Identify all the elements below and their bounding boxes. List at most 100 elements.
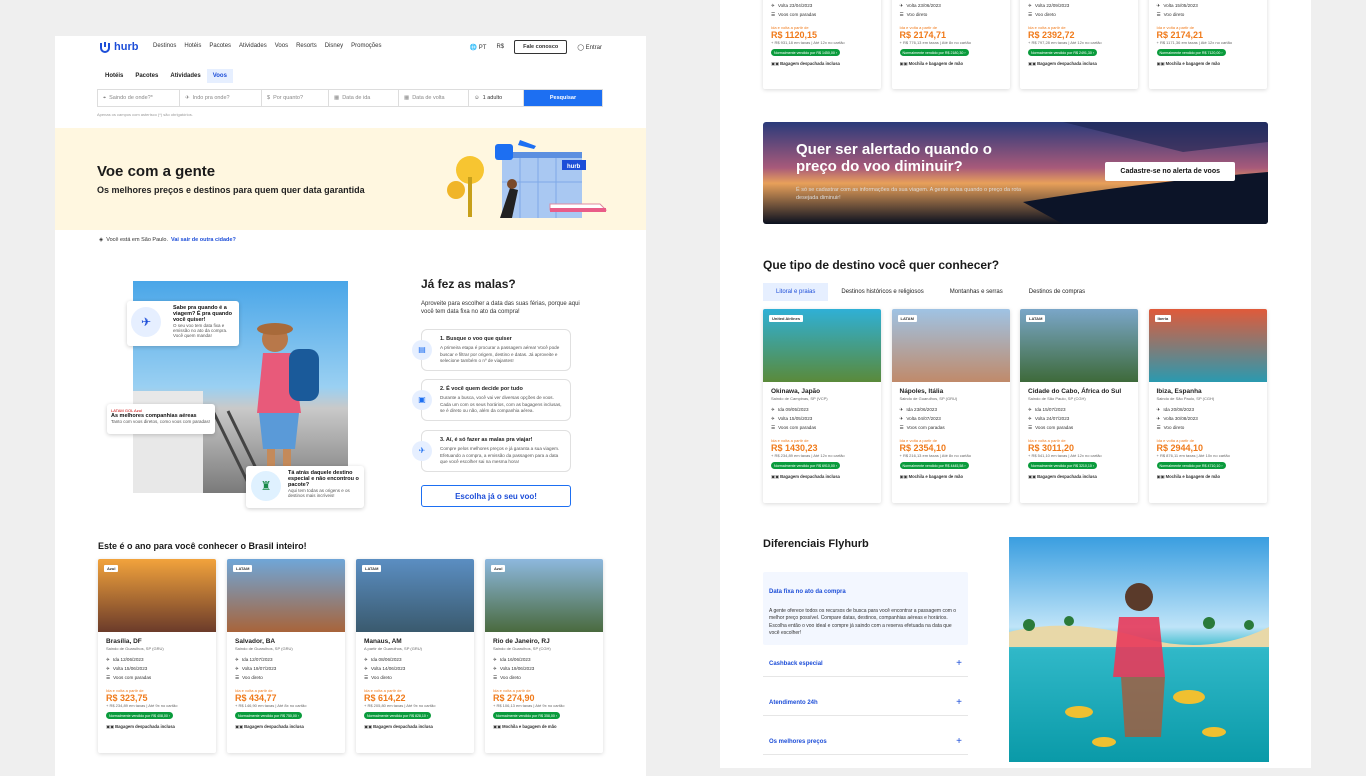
accordion-item-cashback[interactable]: Cashback especial + bbox=[763, 651, 968, 677]
baggage-info: ▣▣ Mochila e bagagem de mão bbox=[1157, 474, 1259, 479]
depart-date-field[interactable]: ▦ Data de ida bbox=[329, 90, 399, 106]
discount-badge[interactable]: Normalmente vendido por R$ 1450,00 › bbox=[771, 49, 841, 56]
stops-text: Voos com paradas bbox=[113, 675, 152, 680]
tab-compras[interactable]: Destinos de compras bbox=[1016, 283, 1098, 301]
tab-historicos[interactable]: Destinos históricos e religiosos bbox=[828, 283, 936, 301]
card-city: Okinawa, Japão bbox=[771, 388, 821, 395]
stops-icon: ☰ bbox=[899, 12, 904, 17]
discount-badge[interactable]: Normalmente vendido por R$ 358,00 › bbox=[493, 712, 561, 719]
baggage-info: ▣▣ Bagagem despachada inclusa bbox=[1028, 474, 1130, 479]
depart-placeholder: Data de ida bbox=[342, 95, 371, 101]
destination-field[interactable]: ✈ Indo pra onde? bbox=[180, 90, 262, 106]
tab-hoteis[interactable]: Hotéis bbox=[99, 69, 129, 83]
accordion-item-precos[interactable]: Os melhores preços + bbox=[763, 729, 968, 755]
flight-deal-card[interactable]: ✈ Volta 23/06/2023 ☰ Voo direto Ida e volt… bbox=[891, 0, 1010, 89]
discount-badge[interactable]: Normalmente vendido por R$ 3210,10 › bbox=[1028, 462, 1098, 469]
stops-text: Voos com paradas bbox=[1035, 425, 1074, 430]
nav-link[interactable]: Voos bbox=[275, 43, 288, 49]
discount-badge[interactable]: Normalmente vendido por R$ 828,10 › bbox=[364, 712, 432, 719]
language-selector[interactable]: 🌐 PT bbox=[470, 44, 487, 51]
baggage-info: ▣▣ Mochila e bagagem de mão bbox=[900, 61, 1002, 66]
plane-return-icon: ✈ bbox=[771, 416, 775, 421]
card-ida: ✈ Ida 23/06/2023 bbox=[900, 407, 1002, 413]
nav-link[interactable]: Pacotes bbox=[209, 43, 231, 49]
nav-link[interactable]: Disney bbox=[325, 43, 343, 49]
passengers-field[interactable]: ☺ 1 adulto bbox=[469, 90, 524, 106]
discount-badge[interactable]: Normalmente vendido por R$ 408,00 › bbox=[106, 712, 174, 719]
hero-banner: Voe com a gente Os melhores preços e des… bbox=[55, 128, 646, 230]
flight-deal-card[interactable]: LATAM Nápoles, Itália Saindo de Guarulho… bbox=[891, 309, 1010, 503]
card-price: R$ 434,77 bbox=[235, 693, 277, 703]
discount-badge[interactable]: Normalmente vendido por R$ 2180,30 › bbox=[899, 49, 969, 56]
tab-pacotes[interactable]: Pacotes bbox=[129, 69, 164, 83]
contact-button[interactable]: Fale conosco bbox=[514, 40, 568, 54]
return-placeholder: Data de volta bbox=[412, 95, 445, 101]
nav-link[interactable]: Destinos bbox=[153, 43, 176, 49]
card-taxes: + R$ 776,13 em taxas | Até 8x no cartão bbox=[899, 40, 971, 45]
discount-badge[interactable]: Normalmente vendido por R$ 6910,00 › bbox=[771, 462, 841, 469]
person-icon: ☺ bbox=[474, 95, 480, 101]
nav-link[interactable]: Promoções bbox=[351, 43, 381, 49]
flight-deal-card[interactable]: LATAM Cidade do Cabo, África do Sul Sain… bbox=[1020, 309, 1138, 503]
destination-placeholder: Indo pra onde? bbox=[192, 95, 230, 101]
card-body: Rio de Janeiro, RJ Saindo de Guarulhos, … bbox=[485, 632, 603, 735]
tab-montanhas[interactable]: Montanhas e serras bbox=[937, 283, 1016, 301]
flight-deal-card[interactable]: LATAM Salvador, BA Saindo de Guarulhos, … bbox=[227, 559, 345, 753]
flight-deal-card[interactable]: LATAM Manaus, AM A partir de Guarulhos, … bbox=[356, 559, 474, 753]
flight-deal-card[interactable]: Azul Brasília, DF Saindo de Guarulhos, S… bbox=[98, 559, 216, 753]
accordion-label: Os melhores preços bbox=[769, 738, 827, 745]
card-origin: Saindo de São Paulo, SP (CGH) bbox=[1156, 396, 1215, 401]
tab-litoral[interactable]: Litoral e praias bbox=[763, 283, 829, 301]
return-date-field[interactable]: ▦ Data de volta bbox=[399, 90, 469, 106]
flight-deal-card[interactable]: United Airlines Okinawa, Japão Saindo de… bbox=[763, 309, 881, 503]
accordion-open-item[interactable]: Data fixa no ato da compra A gente ofere… bbox=[763, 572, 968, 645]
plane-return-icon: ✈ bbox=[1028, 3, 1032, 8]
flight-deal-card[interactable]: ✈ Volta 15/05/2023 ☰ Voo direto Ida e volt… bbox=[1148, 0, 1267, 89]
discount-badge[interactable]: Normalmente vendido por R$ 7120,00 › bbox=[1156, 49, 1226, 56]
luggage-icon: ▣▣ bbox=[235, 724, 245, 729]
accordion-label: Cashback especial bbox=[769, 660, 823, 667]
flight-deal-card[interactable]: Azul Rio de Janeiro, RJ Saindo de Guarul… bbox=[485, 559, 603, 753]
choose-flight-button[interactable]: Escolha já o seu voo! bbox=[421, 485, 571, 507]
alert-signup-button[interactable]: Cadastre-se no alerta de voos bbox=[1105, 162, 1235, 181]
volta-text: Volta 19/07/2023 bbox=[241, 666, 277, 671]
stops-text: Voos com paradas bbox=[906, 425, 945, 430]
tab-voos[interactable]: Voos bbox=[206, 69, 233, 83]
baggage-info: ▣▣ Bagagem despachada inclusa bbox=[364, 724, 466, 729]
discount-badge[interactable]: Normalmente vendido por R$ 4710,10 › bbox=[1156, 462, 1226, 469]
budget-field[interactable]: $ Por quanto? bbox=[262, 90, 329, 106]
accordion-open-text: A gente oferece todos os recursos de bus… bbox=[769, 608, 957, 636]
stops-icon: ☰ bbox=[1156, 425, 1161, 430]
step-card-1: ▤ 1. Busque o voo que quiser A primeira et… bbox=[412, 329, 571, 371]
hurb-logo[interactable]: hurb bbox=[99, 41, 138, 53]
flight-deal-card[interactable]: ✈ Volta 23/04/2023 ☰ Voos com paradas Ida … bbox=[763, 0, 881, 89]
discount-badge[interactable]: Normalmente vendido por R$ 750,00 › bbox=[235, 712, 303, 719]
malas-title: Já fez as malas? bbox=[421, 277, 516, 291]
card-volta: ✈ Volta 15/06/2023 bbox=[106, 666, 208, 672]
card-ida: ✈ Ida 09/05/2023 bbox=[771, 407, 873, 413]
accordion-item-atendimento[interactable]: Atendimento 24h + bbox=[763, 690, 968, 716]
plane-depart-icon: ✈ bbox=[1156, 407, 1161, 412]
airline-tag: LATAM bbox=[362, 565, 382, 572]
destination-photo: Azul bbox=[98, 559, 216, 632]
discount-badge[interactable]: Normalmente vendido por R$ 4445,58 › bbox=[899, 462, 969, 469]
change-city-link[interactable]: Vai sair de outra cidade? bbox=[171, 237, 236, 243]
tab-atividades[interactable]: Atividades bbox=[164, 69, 206, 83]
discount-badge[interactable]: Normalmente vendido por R$ 2491,30 › bbox=[1028, 49, 1098, 56]
luggage-icon: ▣▣ bbox=[1156, 474, 1166, 479]
accordion-open-title: Data fixa no ato da compra bbox=[769, 589, 846, 595]
flight-deal-card[interactable]: ✈ Volta 22/09/2023 ☰ Voo direto Ida e volt… bbox=[1020, 0, 1138, 89]
flight-deal-card[interactable]: Iberia Ibiza, Espanha Saindo de São Paul… bbox=[1148, 309, 1267, 503]
airline-tag: LATAM bbox=[897, 315, 917, 322]
nav-link[interactable]: Atividades bbox=[239, 43, 267, 49]
step-text: Compre pelos melhores preços e já garant… bbox=[440, 445, 560, 465]
stops-icon: ☰ bbox=[235, 675, 240, 680]
calendar-icon: ▦ bbox=[334, 95, 340, 101]
nav-link[interactable]: Resorts bbox=[296, 43, 317, 49]
origin-field[interactable]: ⌖ Saindo de onde?* bbox=[98, 90, 180, 106]
baggage-text: Mochila e bagagem de mão bbox=[502, 724, 557, 729]
login-link[interactable]: ◯ Entrar bbox=[577, 44, 602, 51]
currency-selector[interactable]: R$ bbox=[496, 44, 504, 50]
nav-link[interactable]: Hotéis bbox=[184, 43, 201, 49]
search-button[interactable]: Pesquisar bbox=[524, 90, 602, 106]
